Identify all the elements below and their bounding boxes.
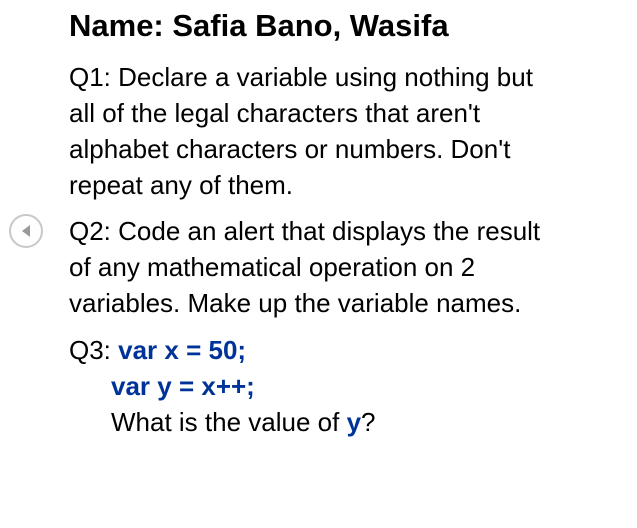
- question-3-code-line: var y = x++;: [69, 368, 589, 404]
- question-3-first-line: Q3: var x = 50;: [69, 332, 589, 368]
- question-2: Q2: Code an alert that displays the resu…: [69, 213, 629, 321]
- question-1: Q1: Declare a variable using nothing but…: [69, 59, 629, 203]
- question-1-line: all of the legal characters that aren't: [69, 98, 481, 128]
- question-1-line: repeat any of them.: [69, 170, 294, 200]
- question-3-prefix: Q3:: [69, 335, 119, 365]
- question-2-line: of any mathematical operation on 2: [69, 252, 476, 282]
- question-3-variable: y: [346, 407, 362, 437]
- question-1-line: Q1: Declare a variable using nothing but: [69, 62, 533, 92]
- question-2-line: variables. Make up the variable names.: [69, 288, 522, 318]
- slide-title: Name: Safia Bano, Wasifa: [69, 8, 449, 43]
- code-line-1: var x = 50;: [118, 335, 247, 365]
- chevron-left-icon: [20, 224, 32, 238]
- question-3-text-after: ?: [361, 407, 376, 437]
- question-3: Q3: var x = 50; var y = x++; What is the…: [69, 332, 589, 440]
- question-3-question: What is the value of y?: [69, 404, 589, 440]
- question-2-line: Q2: Code an alert that displays the resu…: [69, 216, 541, 246]
- question-3-text-before: What is the value of: [111, 407, 347, 437]
- previous-slide-button[interactable]: [9, 214, 43, 248]
- code-line-2: var y = x++;: [111, 371, 255, 401]
- question-1-line: alphabet characters or numbers. Don't: [69, 134, 511, 164]
